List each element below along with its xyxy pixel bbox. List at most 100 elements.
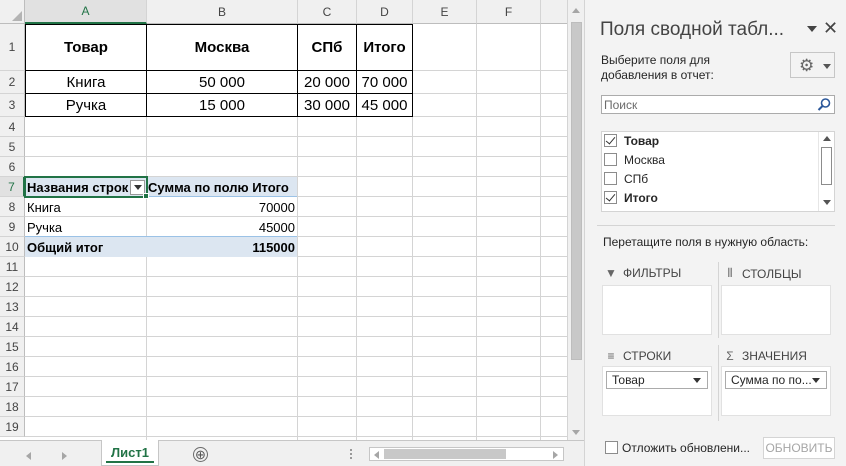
- scroll-left-icon[interactable]: [374, 451, 379, 459]
- scroll-down-icon[interactable]: [572, 430, 580, 435]
- chevron-down-icon[interactable]: [693, 378, 701, 383]
- scroll-up-icon[interactable]: [572, 8, 580, 13]
- add-sheet-button[interactable]: ⊕: [193, 447, 208, 462]
- pivot-total-value[interactable]: 115000: [146, 237, 297, 257]
- update-button[interactable]: ОБНОВИТЬ: [763, 437, 835, 459]
- table-header-cell[interactable]: СПб: [297, 24, 357, 71]
- select-all-corner[interactable]: [0, 0, 25, 24]
- scroll-thumb[interactable]: [384, 449, 506, 459]
- field-search-input[interactable]: Поиск: [601, 95, 835, 114]
- row-header-18[interactable]: 18: [0, 397, 25, 417]
- column-header-f[interactable]: F: [477, 0, 541, 24]
- field-item-tovar[interactable]: Товар: [602, 131, 659, 150]
- spreadsheet-grid[interactable]: A B C D E F 1 2 3 4 5 6 7 8 9 10 11 12 1…: [0, 0, 567, 440]
- pane-subtitle: Выберите поля для добавления в отчет:: [601, 53, 714, 82]
- row-header-3[interactable]: 3: [0, 94, 25, 117]
- column-header-c[interactable]: C: [298, 0, 357, 24]
- column-header-e[interactable]: E: [413, 0, 477, 24]
- vertical-scrollbar[interactable]: [567, 0, 584, 440]
- row-header-11[interactable]: 11: [0, 257, 25, 277]
- prev-sheet-icon[interactable]: [26, 452, 31, 460]
- pivot-row-value[interactable]: 70000: [146, 197, 297, 217]
- checkbox-unchecked[interactable]: [604, 153, 617, 166]
- table-cell[interactable]: 50 000: [146, 70, 298, 94]
- column-header-a[interactable]: A: [25, 0, 147, 24]
- scroll-up-icon[interactable]: [823, 136, 831, 141]
- row-header-5[interactable]: 5: [0, 137, 25, 157]
- row-header-12[interactable]: 12: [0, 277, 25, 297]
- scroll-right-icon[interactable]: [553, 451, 558, 459]
- gridline: [25, 396, 567, 397]
- column-header-b[interactable]: B: [147, 0, 298, 24]
- field-item-spb[interactable]: СПб: [602, 169, 648, 188]
- scroll-thumb[interactable]: [821, 147, 832, 185]
- table-header-cell[interactable]: Товар: [25, 24, 147, 71]
- values-area-title: Σ ЗНАЧЕНИЯ: [724, 349, 807, 363]
- row-header-7[interactable]: 7: [0, 177, 25, 197]
- pivot-value-header[interactable]: Сумма по полю Итого: [146, 177, 297, 197]
- values-field-chip[interactable]: Сумма по по...: [725, 371, 827, 389]
- columns-drop-zone[interactable]: [721, 285, 831, 335]
- search-placeholder: Поиск: [604, 97, 638, 112]
- row-header-1[interactable]: 1: [0, 24, 25, 71]
- gridline: [25, 436, 567, 437]
- filters-label: ФИЛЬТРЫ: [623, 266, 682, 280]
- table-cell[interactable]: 45 000: [356, 93, 413, 117]
- row-header-6[interactable]: 6: [0, 157, 25, 177]
- pivot-row-label[interactable]: Книга: [25, 197, 146, 217]
- row-header-8[interactable]: 8: [0, 197, 25, 217]
- field-list-scrollbar[interactable]: [818, 132, 834, 211]
- scroll-thumb[interactable]: [571, 22, 582, 360]
- row-header-10[interactable]: 10: [0, 237, 25, 257]
- table-cell[interactable]: 70 000: [356, 70, 413, 94]
- row-header-17[interactable]: 17: [0, 377, 25, 397]
- values-drop-zone[interactable]: Сумма по по...: [721, 366, 831, 416]
- splitter-handle-icon[interactable]: [350, 449, 352, 451]
- row-header-19[interactable]: 19: [0, 417, 25, 437]
- pivot-row-label[interactable]: Ручка: [25, 217, 146, 237]
- row-header-14[interactable]: 14: [0, 317, 25, 337]
- table-cell[interactable]: 30 000: [297, 93, 357, 117]
- checkbox-checked[interactable]: [604, 191, 617, 204]
- search-icon[interactable]: [817, 97, 832, 112]
- table-cell[interactable]: 20 000: [297, 70, 357, 94]
- table-header-cell[interactable]: Москва: [146, 24, 298, 71]
- filters-drop-zone[interactable]: [602, 285, 712, 335]
- table-cell[interactable]: Ручка: [25, 93, 147, 117]
- pane-options-dropdown-icon[interactable]: [807, 26, 817, 32]
- scroll-down-icon[interactable]: [823, 200, 831, 205]
- chevron-down-icon[interactable]: [812, 378, 820, 383]
- pivot-row-value[interactable]: 45000: [146, 217, 297, 237]
- checkbox-unchecked[interactable]: [604, 172, 617, 185]
- close-icon[interactable]: ✕: [823, 18, 838, 39]
- field-item-itogo[interactable]: Итого: [602, 188, 658, 207]
- field-item-moskva[interactable]: Москва: [602, 150, 665, 169]
- sheet-tab-list1[interactable]: Лист1: [101, 440, 159, 466]
- row-header-2[interactable]: 2: [0, 71, 25, 94]
- table-cell[interactable]: 15 000: [146, 93, 298, 117]
- filters-area-title: ▼ ФИЛЬТРЫ: [605, 266, 681, 280]
- row-header-4[interactable]: 4: [0, 117, 25, 137]
- column-header-partial[interactable]: [541, 0, 567, 24]
- tools-button[interactable]: ⚙: [790, 52, 835, 78]
- defer-update-checkbox[interactable]: [605, 441, 618, 454]
- next-sheet-icon[interactable]: [62, 452, 67, 460]
- horizontal-scrollbar[interactable]: [369, 447, 564, 461]
- rows-field-chip[interactable]: Товар: [606, 371, 708, 389]
- field-list: Товар Москва СПб Итого: [601, 131, 835, 212]
- column-header-d[interactable]: D: [357, 0, 413, 24]
- rows-drop-zone[interactable]: Товар: [602, 366, 712, 416]
- pivot-total-label[interactable]: Общий итог: [25, 237, 146, 257]
- columns-icon: ⦀: [727, 266, 733, 280]
- table-header-cell[interactable]: Итого: [356, 24, 413, 71]
- row-header-13[interactable]: 13: [0, 297, 25, 317]
- table-cell[interactable]: Книга: [25, 70, 147, 94]
- pivot-fields-pane: Поля сводной табл... ✕ Выберите поля для…: [584, 0, 846, 466]
- fill-handle[interactable]: [143, 193, 149, 199]
- row-header-16[interactable]: 16: [0, 357, 25, 377]
- checkbox-checked[interactable]: [604, 134, 617, 147]
- chevron-down-icon: [823, 64, 831, 69]
- rows-icon: ≡: [607, 349, 615, 363]
- row-header-9[interactable]: 9: [0, 217, 25, 237]
- row-header-15[interactable]: 15: [0, 337, 25, 357]
